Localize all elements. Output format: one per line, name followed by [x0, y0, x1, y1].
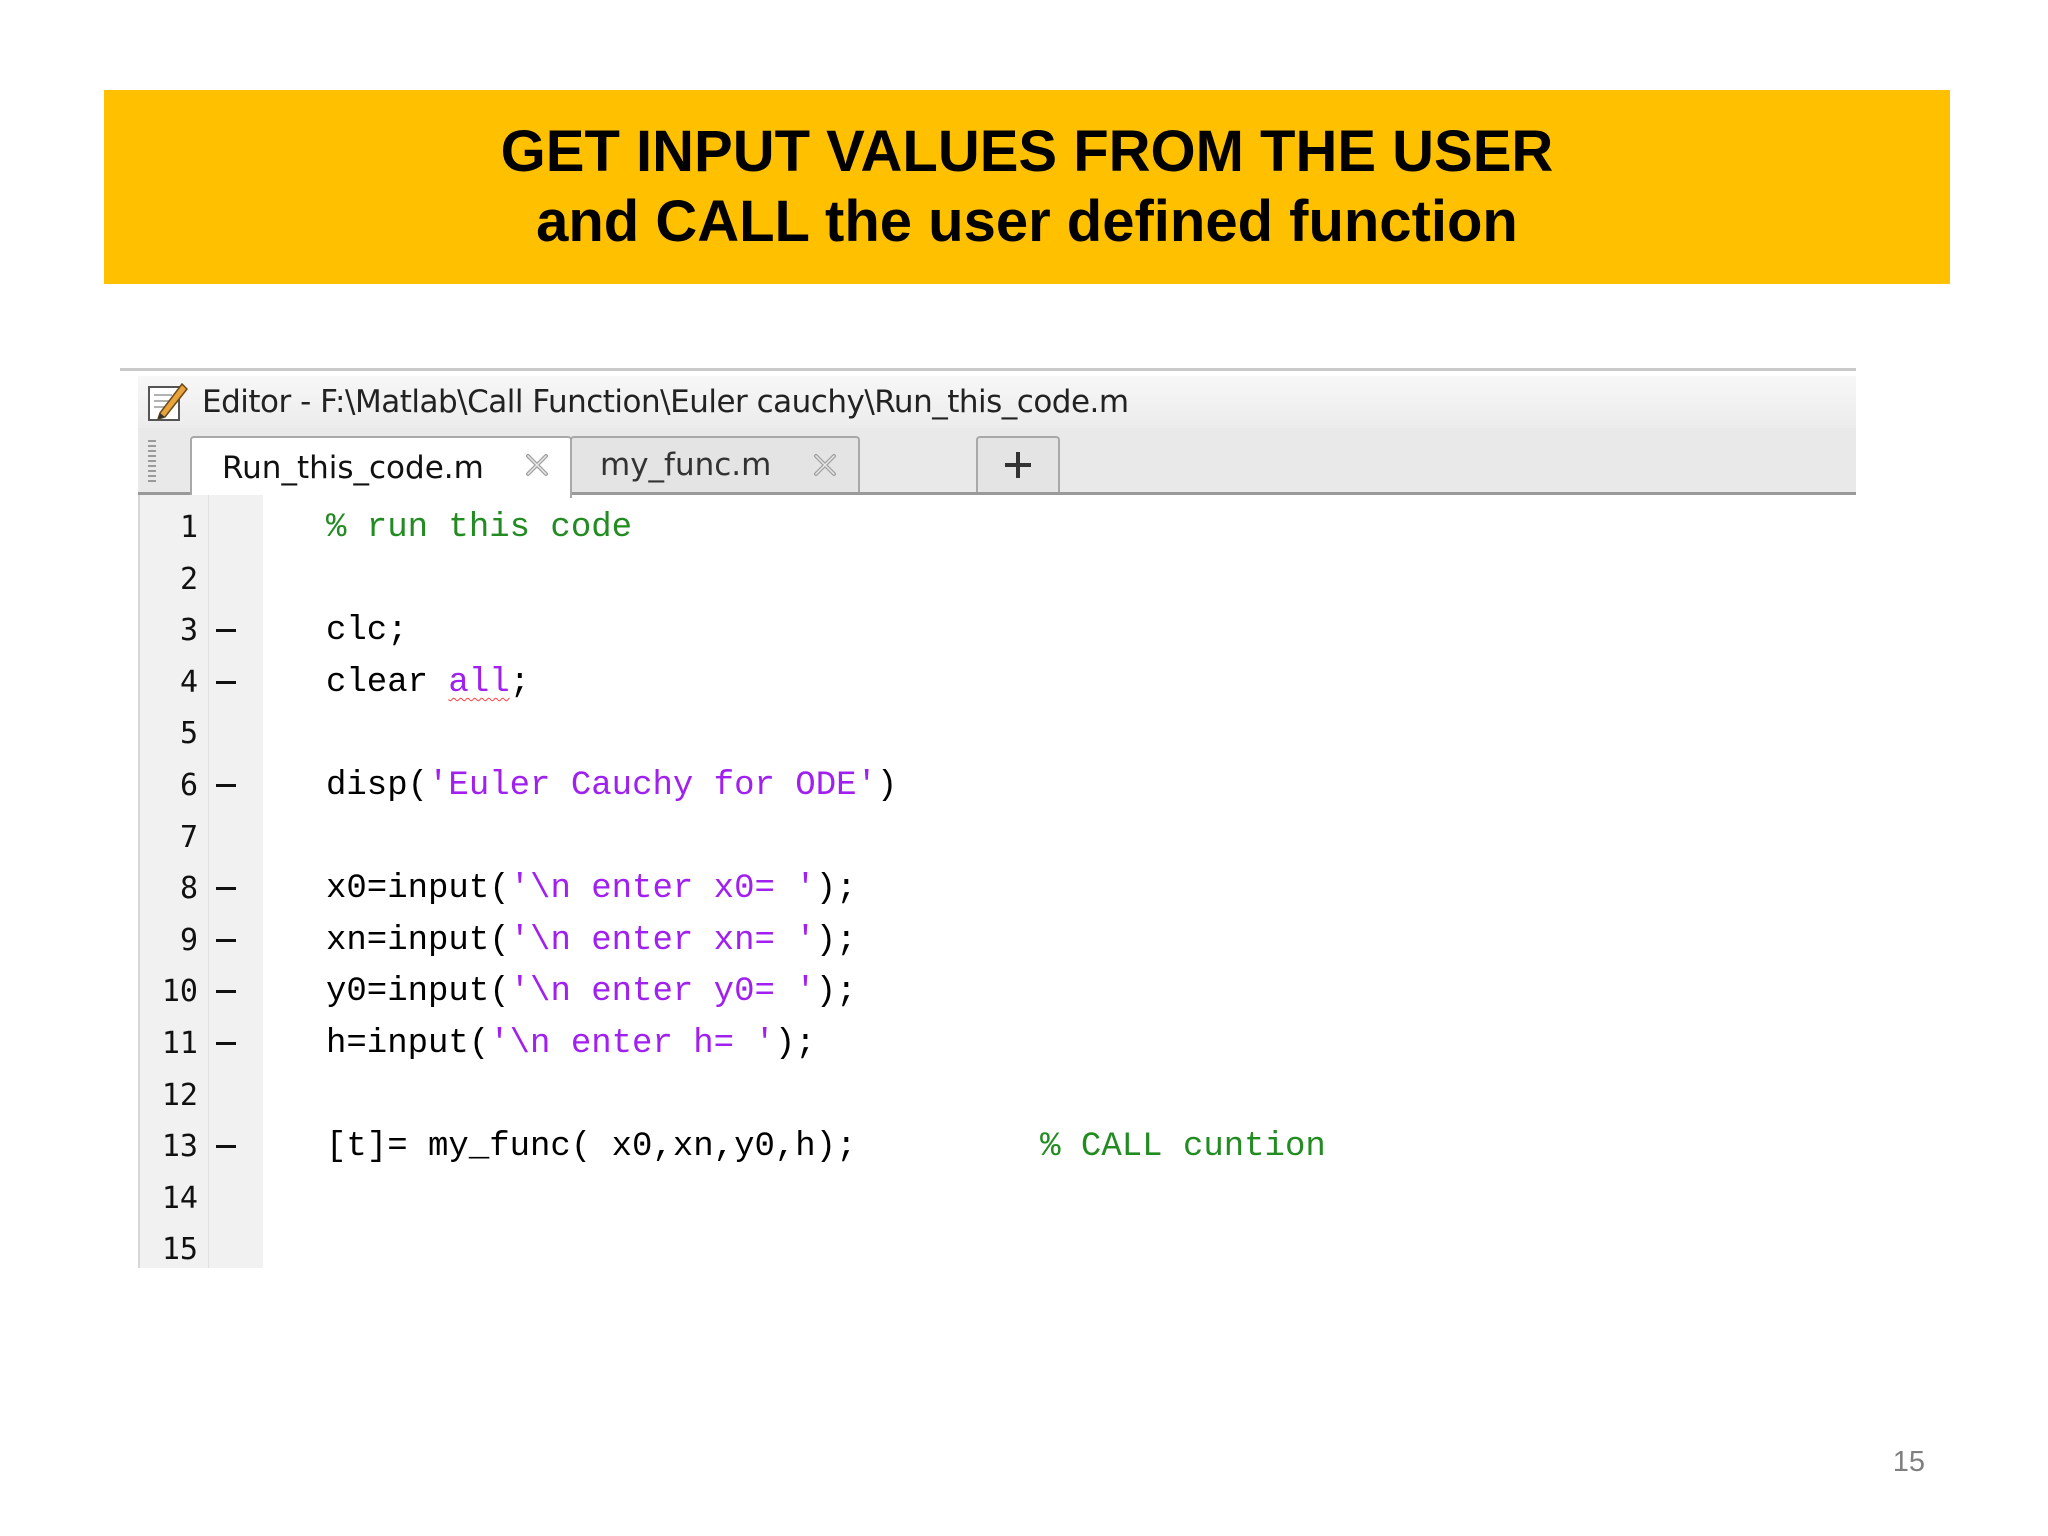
code-text: clear all;: [326, 657, 530, 709]
code-line-row[interactable]: 9 xn=input('\n enter xn= ');: [120, 915, 1856, 967]
code-line-row[interactable]: 15: [120, 1224, 1856, 1276]
add-tab-button[interactable]: [976, 436, 1060, 492]
code-text: h=input('\n enter h= ');: [326, 1018, 816, 1070]
slide-title-banner: GET INPUT VALUES FROM THE USER and CALL …: [104, 90, 1950, 284]
code-string: 'Euler Cauchy for ODE': [428, 767, 877, 805]
slide-title-line-1: GET INPUT VALUES FROM THE USER: [500, 119, 1554, 184]
code-text: x0=input('\n enter x0= ');: [326, 863, 857, 915]
code-line-row[interactable]: 7: [120, 812, 1856, 864]
code-token: ): [876, 767, 898, 805]
executable-line-marker[interactable]: [216, 629, 236, 633]
editor-tab-strip: Run_this_code.m my_func.m: [138, 428, 1856, 498]
executable-line-marker[interactable]: [216, 680, 236, 684]
line-number: 1: [179, 510, 198, 545]
code-line-row[interactable]: 14: [120, 1173, 1856, 1225]
editor-title-bar[interactable]: Editor - F:\Matlab\Call Function\Euler c…: [138, 376, 1856, 428]
code-token: [t]= my_func( x0,xn,y0,h);: [326, 1128, 1041, 1167]
line-number: 9: [179, 922, 198, 958]
code-token: xn=input(: [326, 921, 510, 960]
code-text: clc;: [326, 605, 408, 657]
code-text: y0=input('\n enter y0= ');: [326, 966, 857, 1018]
slide-title-line-2: and CALL the user defined function: [536, 189, 1518, 254]
tab-label: my_func.m: [600, 447, 772, 483]
code-token: h=input(: [326, 1025, 490, 1063]
code-string: '\n enter xn= ': [509, 921, 816, 960]
code-token: clear: [326, 663, 449, 702]
code-line-row[interactable]: 10 y0=input('\n enter y0= ');: [120, 966, 1856, 1018]
close-icon[interactable]: [522, 450, 552, 480]
executable-line-marker[interactable]: [216, 784, 236, 787]
line-number: 2: [179, 561, 198, 597]
code-line-row[interactable]: 3 clc;: [120, 605, 1856, 657]
tab-my-func[interactable]: my_func.m: [570, 436, 860, 492]
code-token: );: [815, 921, 857, 960]
code-line-row[interactable]: 2: [120, 554, 1856, 606]
line-number: 11: [161, 1026, 198, 1061]
executable-line-marker[interactable]: [216, 1042, 236, 1045]
line-number: 6: [179, 768, 198, 803]
line-number: 5: [179, 716, 198, 752]
editor-title-text: Editor - F:\Matlab\Call Function\Euler c…: [202, 384, 1129, 420]
code-line-row[interactable]: 4 clear all;: [120, 657, 1856, 709]
matlab-editor-window: Editor - F:\Matlab\Call Function\Euler c…: [120, 368, 1856, 1268]
page-number: 15: [1892, 1446, 1925, 1478]
executable-line-marker[interactable]: [216, 938, 236, 942]
executable-line-marker[interactable]: [216, 990, 236, 994]
executable-line-marker[interactable]: [216, 887, 236, 891]
code-string: '\n enter x0= ': [509, 870, 816, 909]
line-number: 12: [161, 1077, 198, 1113]
code-token: y0=input(: [326, 973, 510, 1012]
code-line-row[interactable]: 12: [120, 1070, 1856, 1122]
close-icon[interactable]: [810, 450, 840, 480]
line-number: 4: [179, 664, 198, 700]
code-line-row[interactable]: 1 % run this code: [120, 502, 1856, 554]
executable-line-marker[interactable]: [216, 1145, 236, 1149]
editor-top-border: [120, 368, 1856, 371]
code-token: disp(: [326, 767, 429, 805]
plus-icon: [1005, 452, 1031, 478]
code-text: disp('Euler Cauchy for ODE'): [326, 760, 897, 812]
code-text: [t]= my_func( x0,xn,y0,h); % CALL cuntio…: [326, 1121, 1326, 1173]
line-number: 14: [161, 1180, 198, 1216]
line-number: 13: [161, 1129, 198, 1165]
code-text: % run this code: [326, 502, 632, 554]
edit-pencil-icon: [148, 382, 189, 421]
code-line-row[interactable]: 6 disp('Euler Cauchy for ODE'): [120, 760, 1856, 812]
code-string: '\n enter y0= ': [509, 973, 816, 1012]
line-number: 3: [179, 613, 198, 649]
code-string: '\n enter h= ': [489, 1025, 775, 1063]
code-line-row[interactable]: 13 [t]= my_func( x0,xn,y0,h); % CALL cunt…: [120, 1121, 1856, 1173]
tab-label: Run_this_code.m: [222, 450, 484, 486]
line-number: 8: [179, 871, 198, 907]
code-line-row[interactable]: 11 h=input('\n enter h= ');: [120, 1018, 1856, 1070]
tab-run-this-code[interactable]: Run_this_code.m: [190, 436, 572, 498]
code-line-row[interactable]: 8 x0=input('\n enter x0= ');: [120, 863, 1856, 915]
code-warning-token: all: [448, 663, 510, 702]
line-number: 15: [161, 1232, 198, 1268]
code-text: xn=input('\n enter xn= ');: [326, 915, 857, 967]
code-token: ;: [509, 663, 531, 702]
code-token: );: [815, 870, 857, 909]
code-comment: % run this code: [326, 509, 633, 547]
code-comment: % CALL cuntion: [1040, 1128, 1326, 1167]
line-number: 7: [179, 819, 198, 855]
code-token: x0=input(: [326, 870, 510, 909]
tab-strip-grip[interactable]: [148, 440, 156, 484]
code-token: clc;: [326, 612, 408, 651]
line-number: 10: [161, 974, 198, 1010]
code-line-row[interactable]: 5: [120, 708, 1856, 760]
code-token: );: [774, 1025, 816, 1063]
code-token: );: [815, 973, 857, 1012]
